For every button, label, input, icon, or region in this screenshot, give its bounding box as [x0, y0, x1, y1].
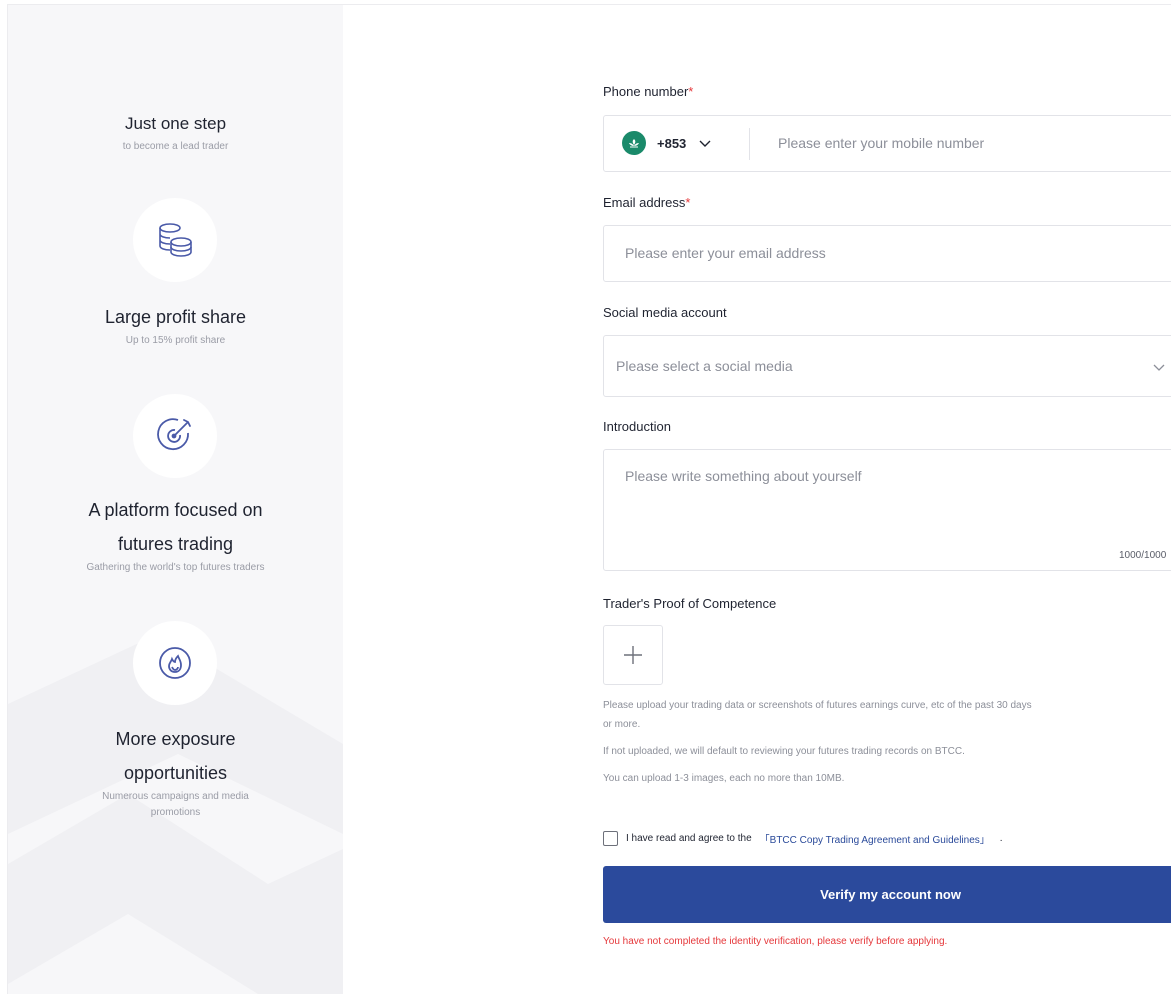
- feature-one-step: Just one step to become a lead trader: [8, 111, 343, 155]
- upload-note-2: or more.: [603, 719, 641, 730]
- fire-icon-circle: [133, 621, 217, 705]
- feature-title-line1: A platform focused on: [88, 500, 263, 520]
- email-label-text: Email address: [603, 195, 686, 210]
- chevron-down-icon: [1153, 364, 1165, 371]
- feature-title: Just one step: [124, 114, 227, 133]
- coins-icon-circle: [133, 198, 217, 282]
- feature-subtitle: Gathering the world's top futures trader…: [86, 562, 265, 573]
- verify-account-button[interactable]: Verify my account now: [603, 866, 1171, 923]
- country-code-selector[interactable]: +853: [622, 131, 712, 155]
- feature-subtitle: to become a lead trader: [122, 141, 229, 152]
- divider: [749, 128, 750, 160]
- feature-futures-platform: A platform focused on futures trading Ga…: [8, 496, 343, 576]
- required-asterisk: *: [688, 84, 694, 99]
- upload-note-4: You can upload 1-3 images, each no more …: [603, 773, 845, 784]
- character-counter: 1000/1000: [1119, 550, 1167, 561]
- social-media-placeholder: Please select a social media: [616, 358, 793, 374]
- required-asterisk: *: [685, 195, 691, 210]
- agreement-suffix: .: [999, 833, 1003, 844]
- feature-subtitle: Up to 15% profit share: [125, 335, 226, 346]
- agreement-text: I have read and agree to the: [626, 833, 752, 844]
- agreement-link[interactable]: 「BTCC Copy Trading Agreement and Guideli…: [760, 831, 990, 846]
- feature-exposure: More exposure opportunities Numerous cam…: [8, 725, 343, 821]
- verification-warning: You have not completed the identity veri…: [603, 936, 948, 947]
- target-dart-icon: [157, 418, 191, 451]
- macau-flag-icon: [622, 131, 646, 155]
- phone-label: Phone number*: [603, 84, 693, 99]
- plus-icon: [624, 646, 642, 664]
- target-icon-circle: [133, 394, 217, 478]
- feature-title-line2: opportunities: [123, 763, 228, 783]
- fire-icon: [159, 647, 191, 679]
- introduction-textarea[interactable]: Please write something about yourself 10…: [603, 449, 1171, 571]
- phone-label-text: Phone number: [603, 84, 689, 99]
- feature-title: Large profit share: [104, 307, 247, 327]
- phone-field: +853 Please enter your mobile number: [603, 115, 1171, 172]
- introduction-label: Introduction: [603, 419, 671, 434]
- lotus-icon: [629, 139, 639, 148]
- social-media-select[interactable]: Please select a social media: [603, 335, 1171, 397]
- chevron-down-icon: [699, 140, 711, 147]
- upload-image-button[interactable]: [603, 625, 663, 685]
- feature-subtitle-line2: promotions: [150, 807, 201, 818]
- email-label: Email address*: [603, 195, 690, 210]
- feature-title-line1: More exposure: [115, 729, 236, 749]
- email-input[interactable]: Please enter your email address: [625, 245, 826, 261]
- country-code: +853: [657, 135, 687, 151]
- feature-title-line2: futures trading: [117, 534, 234, 554]
- phone-input[interactable]: Please enter your mobile number: [778, 135, 984, 151]
- benefits-panel: Just one step to become a lead trader La…: [8, 5, 343, 994]
- agreement-checkbox[interactable]: [603, 831, 618, 846]
- upload-note-1: Please upload your trading data or scree…: [603, 700, 1032, 711]
- upload-note-3: If not uploaded, we will default to revi…: [603, 746, 965, 757]
- agreement-row: I have read and agree to the 「BTCC Copy …: [603, 831, 1003, 846]
- email-field[interactable]: Please enter your email address: [603, 225, 1171, 282]
- proof-label: Trader's Proof of Competence: [603, 596, 777, 611]
- social-label: Social media account: [603, 305, 727, 320]
- feature-subtitle-line1: Numerous campaigns and media: [102, 791, 249, 802]
- introduction-placeholder: Please write something about yourself: [625, 468, 862, 484]
- coins-icon: [159, 223, 192, 257]
- feature-profit-share: Large profit share Up to 15% profit shar…: [8, 303, 343, 349]
